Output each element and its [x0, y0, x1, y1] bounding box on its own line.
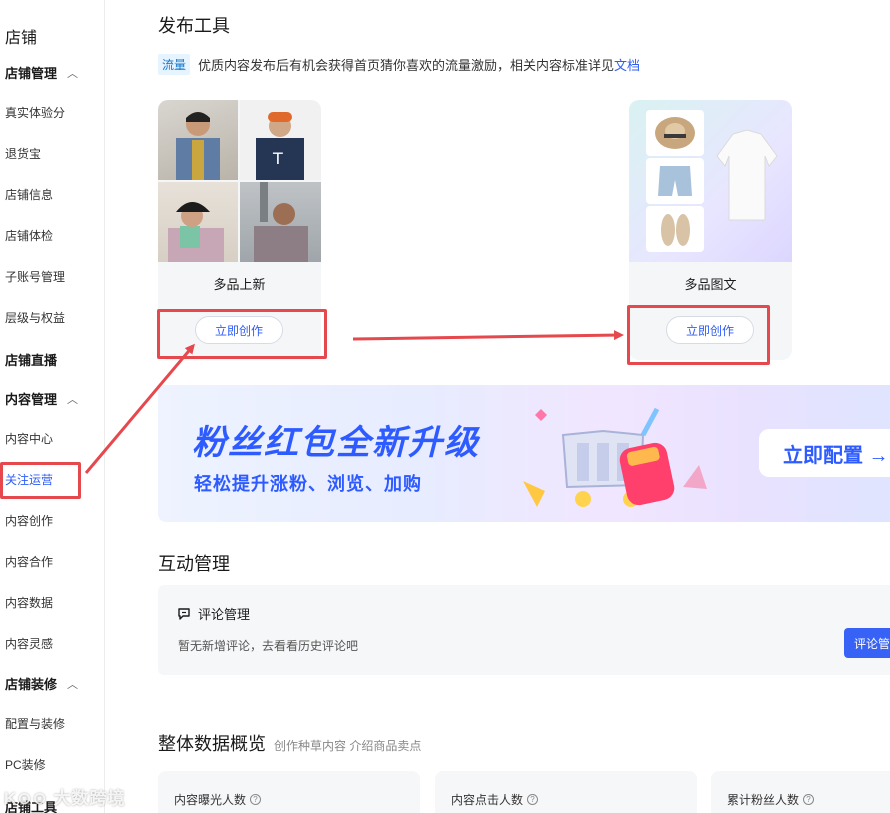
comment-manage-button[interactable]: 评论管 — [844, 628, 890, 658]
configure-now-button[interactable]: 立即配置 → — [759, 429, 890, 477]
stat-label: 内容点击人数 — [451, 793, 524, 807]
stat-card-fans: 累计粉丝人数? — [711, 771, 890, 813]
overview-title: 整体数据概览 — [158, 734, 266, 754]
comment-icon — [178, 607, 190, 620]
banner-subtitle: 轻松提升涨粉、浏览、加购 — [194, 474, 422, 494]
arrow-to-card-2 — [352, 330, 624, 341]
overview-subtitle: 创作种草内容 介绍商品卖点 — [274, 739, 422, 753]
banner-title: 粉丝红包全新升级 — [192, 424, 480, 462]
stat-card-clicks: 内容点击人数? — [435, 771, 697, 813]
fan-red-packet-banner[interactable]: 粉丝红包全新升级 轻松提升涨粉、浏览、加购 立即配置 → — [158, 385, 890, 522]
help-icon[interactable]: ? — [527, 794, 539, 805]
comment-empty-text: 暂无新增评论，去看看历史评论吧 — [178, 639, 359, 653]
stat-card-exposure: 内容曝光人数? — [158, 771, 420, 813]
stat-label: 累计粉丝人数 — [727, 793, 800, 807]
watermark: K⊙⊙ 大数跨境 — [4, 789, 126, 808]
comment-management-label: 评论管理 — [198, 607, 251, 622]
overview-header: 整体数据概览 创作种草内容 介绍商品卖点 — [158, 730, 421, 756]
interaction-title: 互动管理 — [158, 554, 230, 574]
help-icon[interactable]: ? — [250, 794, 262, 805]
comment-panel: 评论管理 暂无新增评论，去看看历史评论吧 评论管 — [158, 585, 890, 675]
comment-header: 评论管理 — [176, 604, 250, 623]
help-icon[interactable]: ? — [803, 794, 815, 805]
banner-illustration — [523, 407, 707, 507]
stat-label: 内容曝光人数 — [174, 793, 247, 807]
